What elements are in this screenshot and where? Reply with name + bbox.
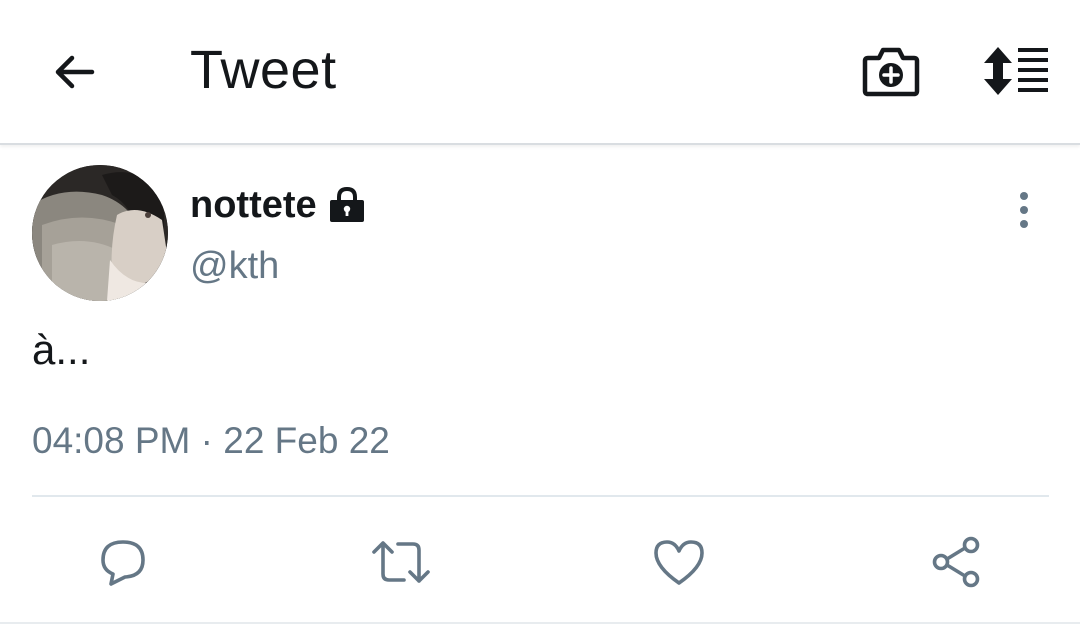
retweet-button[interactable]	[369, 530, 433, 594]
display-name-row[interactable]: nottete	[190, 180, 367, 230]
bottom-divider	[0, 622, 1080, 624]
avatar[interactable]	[32, 165, 168, 301]
reply-bubble-icon	[101, 540, 145, 586]
tweet-detail-screen: Tweet nottete @kth à... 04:08 PM · 22 Fe…	[0, 0, 1080, 630]
sort-button[interactable]	[978, 40, 1054, 102]
add-photo-button[interactable]	[856, 40, 926, 102]
share-button[interactable]	[925, 530, 989, 594]
tweet-timestamp[interactable]: 04:08 PM · 22 Feb 22	[32, 420, 390, 462]
app-bar: Tweet	[0, 0, 1080, 145]
retweet-icon	[372, 541, 430, 583]
heart-icon	[654, 540, 704, 585]
page-title: Tweet	[190, 40, 337, 100]
tweet-text: à...	[32, 326, 91, 373]
arrow-left-icon	[55, 55, 95, 89]
avatar-image	[32, 165, 168, 301]
lock-icon	[327, 185, 367, 225]
more-vertical-icon	[1020, 192, 1028, 228]
more-options-button[interactable]	[1004, 184, 1044, 236]
share-icon	[932, 536, 980, 588]
like-button[interactable]	[647, 530, 711, 594]
display-name: nottete	[190, 183, 317, 226]
back-button[interactable]	[44, 42, 104, 102]
sort-list-icon	[984, 47, 1048, 95]
user-handle[interactable]: @kth	[190, 245, 279, 288]
divider	[32, 495, 1049, 497]
camera-plus-icon	[862, 47, 920, 97]
reply-button[interactable]	[91, 530, 155, 594]
